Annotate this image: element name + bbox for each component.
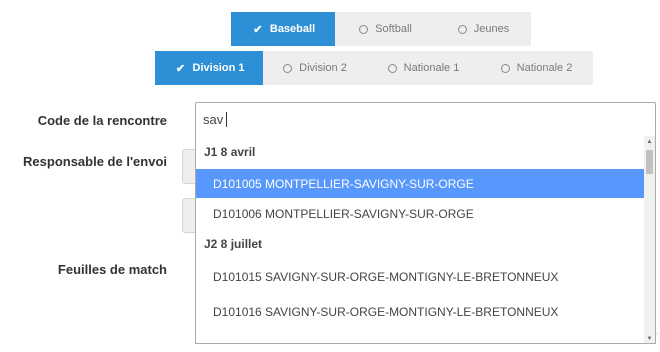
scroll-up-icon[interactable]: ▲: [644, 136, 655, 147]
radio-icon: [359, 24, 369, 34]
tab-baseball-label: Baseball: [269, 23, 316, 35]
tab-jeunes[interactable]: Jeunes: [436, 12, 531, 46]
group-header: J1 8 avril: [204, 145, 256, 159]
tab-division-2[interactable]: Division 2: [263, 51, 367, 85]
tab-jeunes-label: Jeunes: [473, 23, 510, 35]
tab-nationale-2[interactable]: Nationale 2: [480, 51, 593, 85]
code-input[interactable]: [195, 102, 656, 137]
tab-division-2-label: Division 2: [299, 62, 347, 74]
check-icon: ✔: [253, 23, 263, 36]
scroll-down-icon[interactable]: ▼: [644, 333, 655, 343]
code-label: Code de la rencontre: [37, 113, 167, 128]
responsable-label: Responsable de l'envoi: [23, 154, 167, 169]
tab-softball-label: Softball: [375, 23, 412, 35]
dropdown-option[interactable]: D101016 SAVIGNY-SUR-ORGE-MONTIGNY-LE-BRE…: [196, 297, 645, 326]
dropdown-option[interactable]: D101015 SAVIGNY-SUR-ORGE-MONTIGNY-LE-BRE…: [196, 262, 645, 291]
tab-baseball[interactable]: ✔ Baseball: [231, 12, 335, 46]
feuilles-label: Feuilles de match: [57, 262, 167, 277]
tab-nationale-1-label: Nationale 1: [403, 62, 460, 74]
tab-softball[interactable]: Softball: [335, 12, 436, 46]
scrollbar-thumb[interactable]: [646, 150, 653, 174]
text-cursor: [226, 112, 227, 127]
radio-icon: [500, 63, 510, 73]
autocomplete-dropdown: J1 8 avril D101005 MONTPELLIER-SAVIGNY-S…: [195, 136, 656, 344]
tab-nationale-1[interactable]: Nationale 1: [367, 51, 480, 85]
dropdown-scrollbar[interactable]: ▲ ▼: [644, 136, 655, 343]
tab-nationale-2-label: Nationale 2: [516, 62, 573, 74]
group-header: J2 8 juillet: [204, 237, 263, 251]
division-selector: ✔ Division 1 Division 2 Nationale 1 Nati…: [155, 51, 593, 85]
sport-selector: ✔ Baseball Softball Jeunes: [231, 12, 531, 46]
tab-division-1[interactable]: ✔ Division 1: [155, 51, 263, 85]
dropdown-option[interactable]: D101005 MONTPELLIER-SAVIGNY-SUR-ORGE: [196, 169, 645, 198]
dropdown-option[interactable]: D101006 MONTPELLIER-SAVIGNY-SUR-ORGE: [196, 199, 645, 228]
radio-icon: [457, 24, 467, 34]
radio-icon: [387, 63, 397, 73]
check-icon: ✔: [175, 62, 186, 75]
radio-icon: [283, 63, 293, 73]
tab-division-1-label: Division 1: [192, 62, 245, 74]
